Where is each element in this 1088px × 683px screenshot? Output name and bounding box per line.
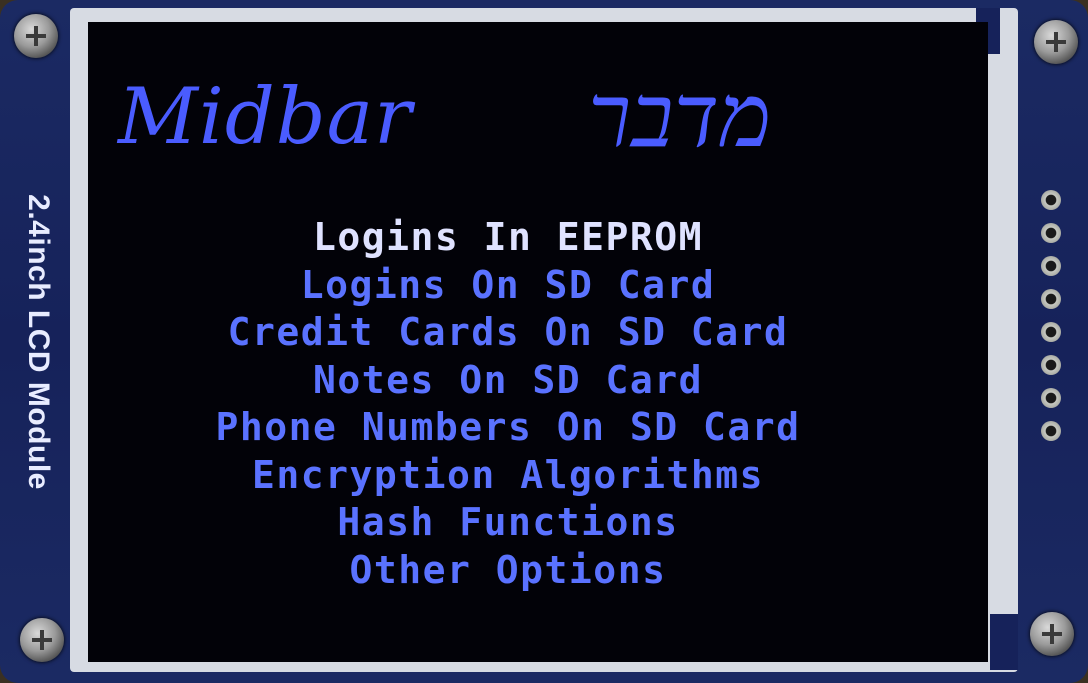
menu-item-hash-functions[interactable]: Hash Functions (337, 499, 678, 547)
menu-item-encryption-algorithms[interactable]: Encryption Algorithms (252, 452, 764, 500)
main-menu: Logins In EEPROM Logins On SD Card Credi… (88, 214, 928, 594)
pin-hole (1041, 421, 1061, 441)
pin-hole (1041, 289, 1061, 309)
glass-notch (986, 610, 1018, 670)
title-hebrew: מדבר (588, 64, 772, 167)
pin-header (1036, 190, 1066, 441)
lcd-screen: Midbar מדבר Logins In EEPROM Logins On S… (88, 22, 988, 662)
bottom-left-screw-icon (20, 618, 64, 662)
bottom-right-screw-icon (1030, 612, 1074, 656)
lcd-module-board: 2.4inch LCD Module Midbar מדבר Logins In… (0, 0, 1088, 683)
pin-hole (1041, 322, 1061, 342)
menu-item-logins-eeprom[interactable]: Logins In EEPROM (313, 214, 703, 262)
app-title: Midbar מדבר (118, 64, 898, 182)
pin-hole (1041, 388, 1061, 408)
top-right-screw-icon (1034, 20, 1078, 64)
pin-hole (1041, 256, 1061, 276)
menu-item-phone-numbers-sd[interactable]: Phone Numbers On SD Card (215, 404, 800, 452)
menu-item-notes-sd[interactable]: Notes On SD Card (313, 357, 703, 405)
pin-hole (1041, 223, 1061, 243)
menu-item-other-options[interactable]: Other Options (350, 547, 667, 595)
pin-hole (1041, 190, 1061, 210)
module-label: 2.4inch LCD Module (22, 194, 55, 490)
menu-item-credit-cards-sd[interactable]: Credit Cards On SD Card (228, 309, 789, 357)
pin-hole (1041, 355, 1061, 375)
top-left-screw-icon (14, 14, 58, 58)
menu-item-logins-sd[interactable]: Logins On SD Card (301, 262, 715, 310)
title-latin: Midbar (118, 72, 413, 162)
